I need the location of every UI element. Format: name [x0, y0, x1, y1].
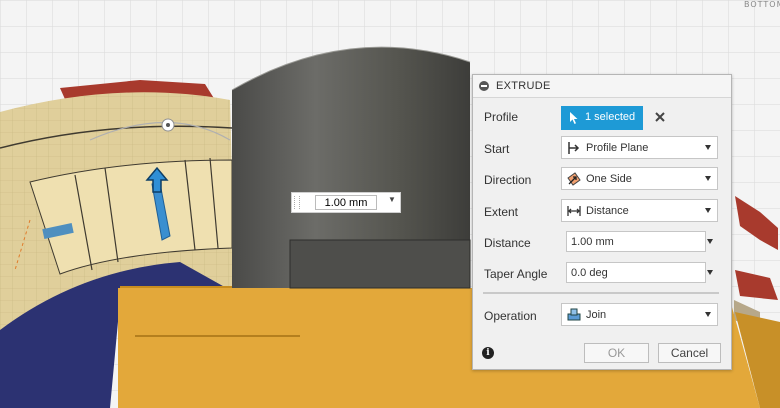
one-side-icon: [567, 172, 581, 186]
cursor-arrow-icon: [570, 112, 578, 124]
section-divider: [483, 292, 719, 294]
dialog-footer: i OK Cancel: [473, 337, 731, 371]
start-label: Start: [484, 142, 510, 156]
dialog-title: EXTRUDE: [496, 80, 551, 92]
viewcube-face-label[interactable]: BOTTOM: [744, 0, 780, 9]
drag-grip-icon[interactable]: [294, 196, 300, 209]
operation-dropdown[interactable]: Join: [561, 303, 718, 326]
close-icon[interactable]: [653, 110, 667, 124]
chevron-down-icon[interactable]: [707, 239, 713, 244]
distance-icon: [567, 206, 581, 216]
profile-plane-icon: [568, 142, 580, 154]
canvas-distance-input-box: ▼: [291, 192, 401, 213]
chevron-down-icon[interactable]: ▼: [388, 195, 396, 204]
start-dropdown[interactable]: Profile Plane: [561, 136, 718, 159]
profile-label: Profile: [484, 110, 519, 124]
canvas-distance-input[interactable]: [315, 195, 377, 210]
dialog-header[interactable]: EXTRUDE: [473, 75, 731, 98]
operation-value: Join: [586, 309, 607, 321]
cylinder-cutout: [289, 239, 471, 289]
extent-value: Distance: [586, 205, 629, 217]
extent-label: Extent: [484, 205, 519, 219]
taper-angle-input[interactable]: [566, 262, 706, 283]
distance-label: Distance: [484, 236, 531, 250]
profile-selection-button[interactable]: 1 selected: [561, 106, 643, 130]
chevron-down-icon: [705, 145, 711, 150]
start-value: Profile Plane: [586, 142, 649, 154]
direction-dropdown[interactable]: One Side: [561, 167, 718, 190]
profile-selection-text: 1 selected: [585, 111, 636, 123]
direction-label: Direction: [484, 173, 532, 187]
extent-dropdown[interactable]: Distance: [561, 199, 718, 222]
angle-manipulator-dot: [166, 123, 170, 127]
chevron-down-icon: [705, 312, 711, 317]
taper-angle-label: Taper Angle: [484, 267, 548, 281]
extrude-dialog: EXTRUDE Profile 1 selected Start Profile…: [472, 74, 732, 370]
info-icon[interactable]: i: [482, 347, 494, 359]
cancel-button[interactable]: Cancel: [658, 343, 721, 363]
ok-button[interactable]: OK: [584, 343, 649, 363]
direction-value: One Side: [586, 173, 632, 185]
collapse-icon[interactable]: [479, 81, 489, 91]
distance-input[interactable]: [566, 231, 706, 252]
chevron-down-icon: [705, 176, 711, 181]
operation-label: Operation: [484, 309, 537, 323]
join-icon: [567, 308, 581, 321]
chevron-down-icon[interactable]: [707, 270, 713, 275]
chevron-down-icon: [705, 208, 711, 213]
